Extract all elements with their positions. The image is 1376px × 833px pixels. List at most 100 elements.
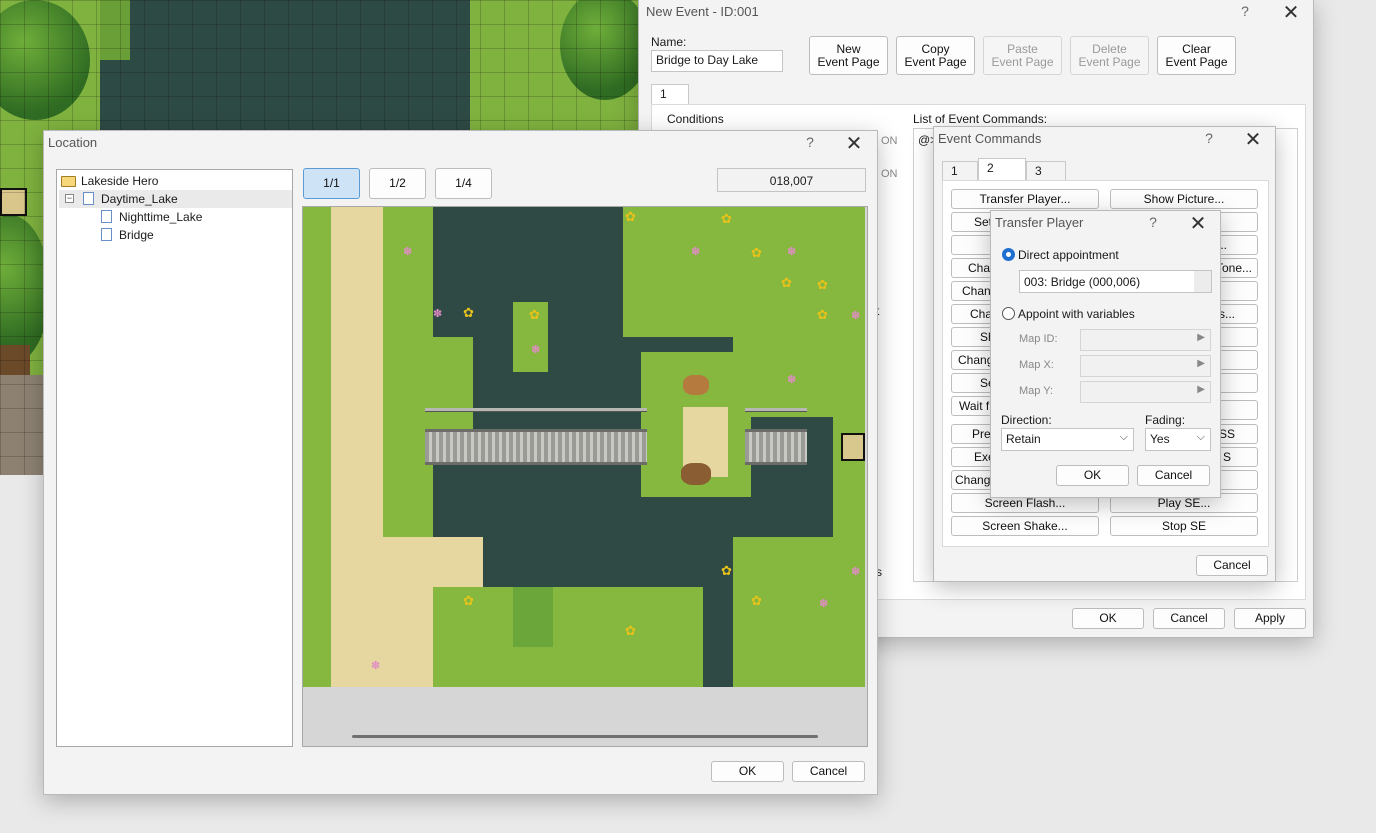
flower-icon: ✿ [529, 307, 540, 322]
map-y-field: ▶ [1080, 381, 1211, 403]
flower-icon: ✿ [463, 305, 474, 320]
folder-icon [61, 176, 76, 187]
help-icon[interactable]: ? [1235, 3, 1255, 19]
ok-button[interactable]: OK [1056, 465, 1129, 486]
flower-icon: ✿ [817, 307, 828, 322]
direction-select[interactable]: Retain ⌵ [1001, 428, 1134, 451]
map-preview[interactable]: ✿ ✿ ✿ ✿ ✿ ✿ ✿ ✿ ✿ ✿ ✿ ✿ ✽ ✽ ✽ ✽ ✽ ✽ ✽ ✽ … [303, 207, 865, 687]
paste-event-page-button[interactable]: Paste Event Page [983, 36, 1062, 75]
horizontal-scrollbar[interactable] [352, 735, 818, 738]
event-commands-titlebar: Event Commands ? ✕ [934, 127, 1275, 155]
tab-2[interactable]: 2 [978, 158, 1026, 181]
appoint-variables-label: Appoint with variables [1018, 307, 1135, 321]
help-icon[interactable]: ? [1199, 130, 1219, 146]
collapse-icon[interactable]: − [65, 194, 74, 203]
zoom-1-2-button[interactable]: 1/2 [369, 168, 426, 199]
map-id-label: Map ID: [1019, 333, 1058, 345]
destination-picker-button[interactable] [1194, 271, 1211, 292]
flower-icon: ✽ [433, 308, 443, 320]
cancel-button[interactable]: Cancel [1196, 555, 1268, 576]
map-file-icon [83, 192, 94, 205]
stop-se-button[interactable]: Stop SE [1110, 516, 1258, 536]
flower-icon: ✿ [751, 593, 762, 608]
flower-icon: ✽ [787, 374, 797, 386]
map-id-field: ▶ [1080, 329, 1211, 351]
new-event-page-button[interactable]: New Event Page [809, 36, 888, 75]
switch-on-label: ON [881, 168, 898, 180]
screen-shake-button[interactable]: Screen Shake... [951, 516, 1099, 536]
ok-button[interactable]: OK [1072, 608, 1144, 629]
campfire [683, 375, 709, 395]
bridge-rail [425, 408, 647, 412]
flower-icon: ✿ [721, 563, 732, 578]
switch-on-label: ON [881, 135, 898, 147]
show-picture-button[interactable]: Show Picture... [1110, 189, 1258, 209]
window-title: New Event - ID:001 [646, 4, 759, 19]
tree-item-label: Bridge [119, 228, 154, 242]
close-icon[interactable]: ✕ [1241, 127, 1265, 152]
direct-appointment-label: Direct appointment [1018, 248, 1119, 262]
new-event-titlebar: New Event - ID:001 ? ✕ [639, 0, 1313, 28]
appoint-variables-radio[interactable] [1002, 307, 1015, 320]
flower-icon: ✽ [851, 566, 861, 578]
map-file-icon [101, 228, 112, 241]
event-commands-list-label: List of Event Commands: [913, 112, 1048, 126]
map-y-label: Map Y: [1019, 385, 1054, 397]
clear-event-page-button[interactable]: Clear Event Page [1157, 36, 1236, 75]
transfer-player-button[interactable]: Transfer Player... [951, 189, 1099, 209]
copy-event-page-button[interactable]: Copy Event Page [896, 36, 975, 75]
cancel-button[interactable]: Cancel [1137, 465, 1210, 486]
cancel-button[interactable]: Cancel [792, 761, 865, 782]
flower-icon: ✽ [691, 246, 701, 258]
close-icon[interactable]: ✕ [1279, 0, 1303, 25]
tree-item-selected[interactable]: − Daytime_Lake [59, 190, 292, 208]
flower-icon: ✿ [751, 245, 762, 260]
close-icon[interactable]: ✕ [1186, 211, 1210, 236]
flower-icon: ✽ [819, 598, 829, 610]
map-x-field: ▶ [1080, 355, 1211, 377]
apply-button[interactable]: Apply [1234, 608, 1306, 629]
coordinates-display: 018,007 [717, 168, 866, 192]
flower-icon: ✿ [463, 593, 474, 608]
window-title: Transfer Player [995, 215, 1084, 230]
delete-event-page-button[interactable]: Delete Event Page [1070, 36, 1149, 75]
destination-field[interactable]: 003: Bridge (000,006) [1019, 270, 1212, 293]
flower-icon: ✿ [781, 275, 792, 290]
zoom-1-4-button[interactable]: 1/4 [435, 168, 492, 199]
flower-icon: ✽ [531, 344, 541, 356]
bridge [745, 429, 807, 465]
transfer-player-dialog: Transfer Player ? ✕ Direct appointment 0… [990, 210, 1221, 498]
location-titlebar: Location ? ✕ [44, 131, 877, 159]
event-name-input[interactable]: Bridge to Day Lake [651, 50, 783, 72]
flower-icon: ✿ [625, 623, 636, 638]
tree-item-label: Nighttime_Lake [119, 210, 203, 224]
name-label: Name: [651, 35, 687, 49]
event-cursor [841, 433, 865, 461]
tab-page-1[interactable]: 1 [651, 84, 689, 104]
flower-icon: ✿ [721, 211, 732, 226]
help-icon[interactable]: ? [800, 134, 820, 150]
chevron-down-icon: ⌵ [1119, 431, 1128, 443]
fading-label: Fading: [1145, 413, 1186, 427]
flower-icon: ✽ [371, 660, 381, 672]
map-tree: Lakeside Hero − Daytime_Lake Nighttime_L… [56, 169, 293, 747]
tab-1[interactable]: 1 [942, 161, 978, 181]
flower-icon: ✽ [787, 246, 797, 258]
help-icon[interactable]: ? [1143, 214, 1163, 230]
direction-label: Direction: [1001, 413, 1052, 427]
tab-3[interactable]: 3 [1026, 161, 1066, 181]
ok-button[interactable]: OK [711, 761, 784, 782]
fading-select[interactable]: Yes ⌵ [1145, 428, 1211, 451]
close-icon[interactable]: ✕ [842, 131, 866, 156]
window-title: Event Commands [938, 131, 1042, 146]
direct-appointment-radio[interactable] [1002, 248, 1015, 261]
zoom-1-1-button[interactable]: 1/1 [303, 168, 360, 199]
map-x-label: Map X: [1019, 359, 1054, 371]
tree-stump [681, 463, 711, 485]
bridge-rail [745, 408, 807, 412]
window-title: Location [48, 135, 98, 150]
flower-icon: ✽ [403, 246, 413, 258]
cancel-button[interactable]: Cancel [1153, 608, 1225, 629]
grass-area [733, 537, 865, 687]
flower-icon: ✽ [851, 310, 861, 322]
